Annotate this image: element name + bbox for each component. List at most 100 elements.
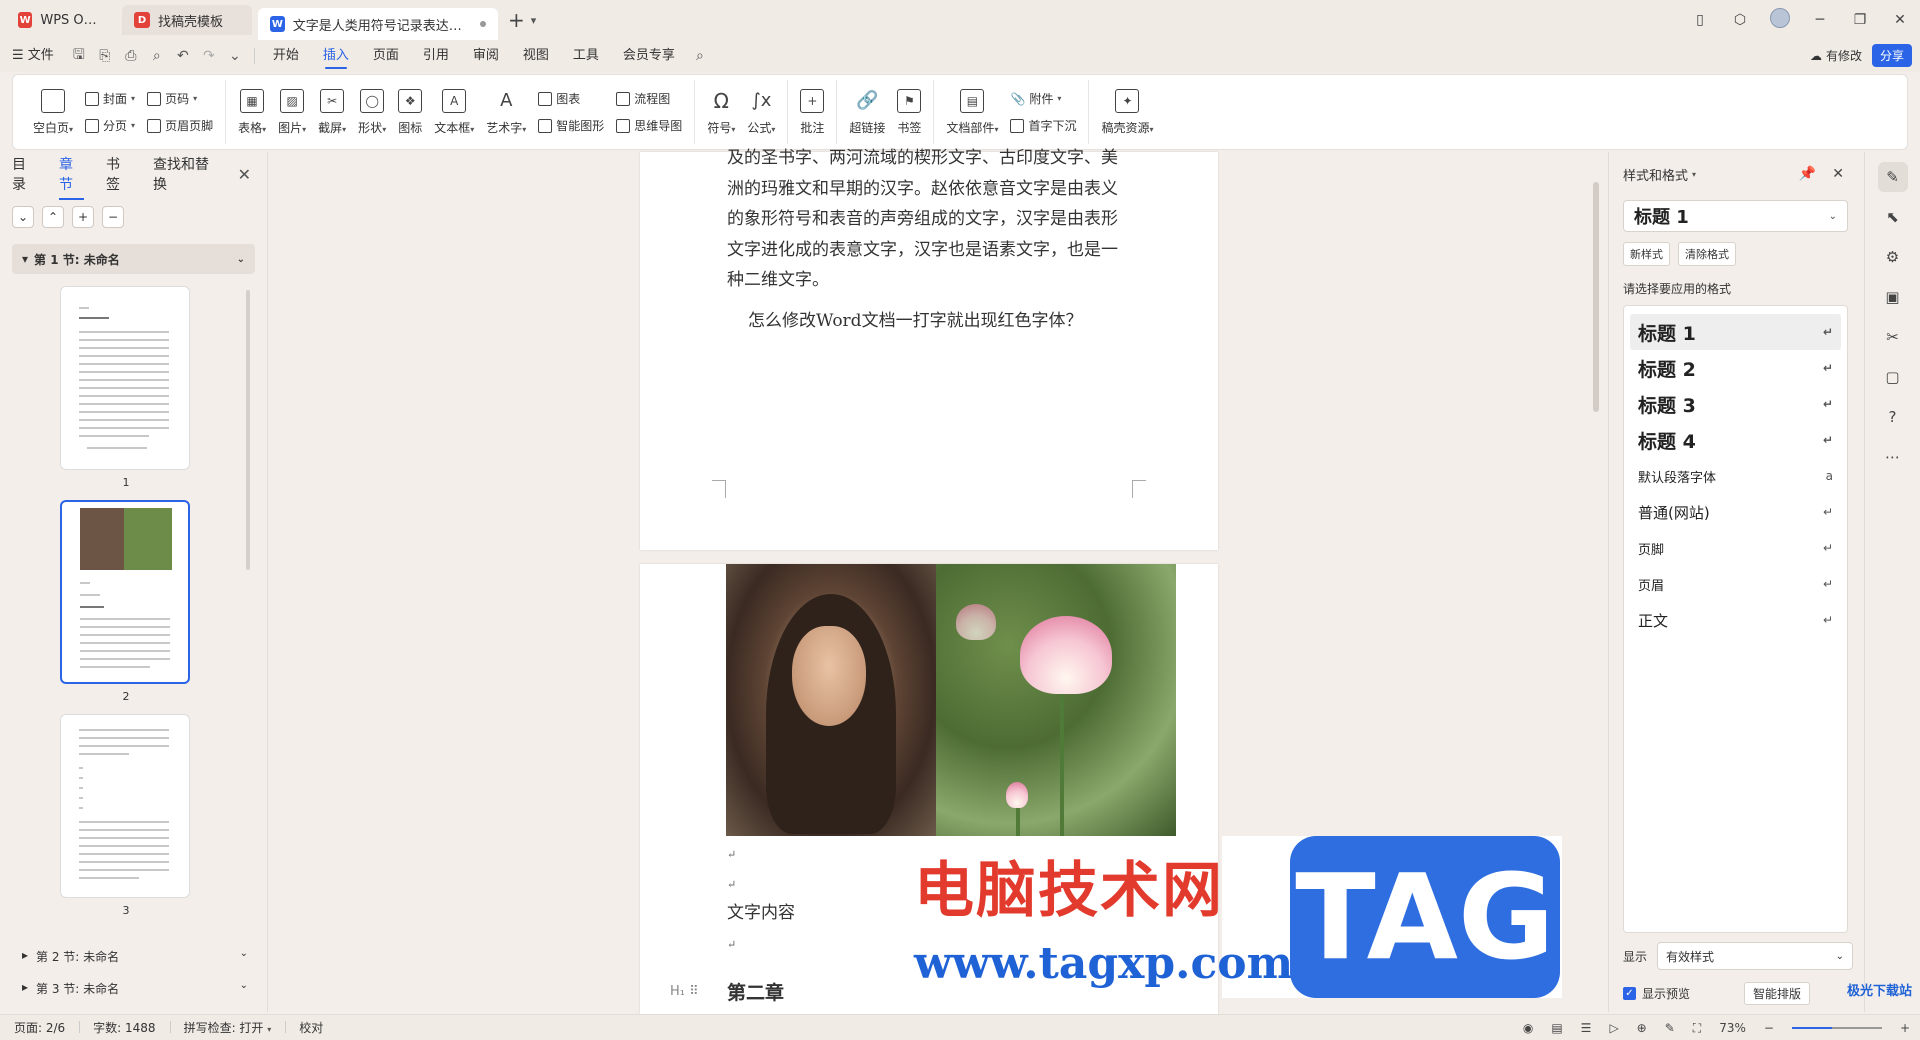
hyperlink-button[interactable]: 🔗 超链接 bbox=[843, 80, 891, 144]
show-preview-checkbox[interactable]: ✓ bbox=[1623, 987, 1636, 1000]
fit-page-icon[interactable]: ⛶ bbox=[1693, 1021, 1701, 1036]
section-1-header[interactable]: ▾ 第 1 节: 未命名 ⌄ bbox=[12, 244, 255, 274]
search-icon[interactable]: ⌕ bbox=[687, 48, 713, 64]
menu-references[interactable]: 引用 bbox=[411, 40, 461, 72]
portrait-photo[interactable] bbox=[726, 564, 936, 836]
proofread-button[interactable]: 校对 bbox=[285, 1019, 337, 1036]
smart-layout-button[interactable]: 智能排版 bbox=[1744, 982, 1811, 1005]
thumbnail-page-2[interactable]: 2 bbox=[60, 500, 192, 703]
section-2-header[interactable]: ▸ 第 2 节: 未命名 ⌄ bbox=[22, 948, 248, 965]
nav-tab-find-replace[interactable]: 查找和替换 bbox=[153, 154, 216, 194]
word-count[interactable]: 字数: 1488 bbox=[79, 1019, 169, 1036]
chart-button[interactable]: 图表 bbox=[538, 90, 604, 107]
pin-icon[interactable]: 📌 bbox=[1799, 166, 1816, 182]
more-icon[interactable]: ⋯ bbox=[1878, 442, 1908, 472]
restore-icon[interactable]: ❐ bbox=[1840, 12, 1880, 28]
question-paragraph[interactable]: 怎么修改Word文档一打字就出现红色字体？ bbox=[748, 306, 1168, 337]
menu-review[interactable]: 审阅 bbox=[461, 40, 511, 72]
style-header[interactable]: 页眉 ↵ bbox=[1630, 566, 1841, 602]
redo-icon[interactable]: ↷ bbox=[196, 48, 222, 64]
shape-button[interactable]: ◯ 形状▾ bbox=[352, 80, 392, 144]
cube-icon[interactable]: ⬡ bbox=[1720, 12, 1760, 28]
file-menu[interactable]: ☰ 文件 bbox=[0, 40, 66, 72]
smartart-button[interactable]: 智能图形 bbox=[538, 117, 604, 134]
style-heading-3[interactable]: 标题 3 ↵ bbox=[1630, 386, 1841, 422]
chevron-down-icon[interactable]: ⌄ bbox=[240, 980, 248, 997]
nav-tab-bookmarks[interactable]: 书签 bbox=[106, 154, 131, 194]
spell-check-toggle[interactable]: 拼写检查: 打开 ▾ bbox=[169, 1019, 286, 1036]
picture-button[interactable]: ▨ 图片▾ bbox=[272, 80, 312, 144]
menu-member[interactable]: 会员专享 bbox=[611, 40, 687, 72]
layout-icon[interactable]: ▯ bbox=[1680, 12, 1720, 28]
icon-button[interactable]: ❖ 图标 bbox=[392, 80, 428, 144]
attachment-button[interactable]: 📎 附件 ▾ bbox=[1010, 90, 1076, 107]
paragraph-body[interactable]: 及的圣书字、两河流域的楔形文字、古印度文字、美 洲的玛雅文和早期的汉字。赵依依意… bbox=[727, 143, 1147, 296]
document-scrollbar[interactable] bbox=[1592, 152, 1600, 1012]
content-label-paragraph[interactable]: 文字内容 bbox=[727, 898, 795, 929]
style-footer[interactable]: 页脚 ↵ bbox=[1630, 530, 1841, 566]
lotus-photo[interactable] bbox=[936, 564, 1176, 836]
help-icon[interactable]: ? bbox=[1878, 402, 1908, 432]
doc-parts-button[interactable]: ▤ 文档部件▾ bbox=[940, 80, 1004, 144]
add-tab-icon[interactable]: + bbox=[508, 8, 525, 32]
save-icon[interactable]: 🖫 bbox=[66, 44, 92, 68]
header-footer-button[interactable]: 页眉页脚 bbox=[147, 117, 213, 134]
current-style-select[interactable]: 标题 1 ⌄ bbox=[1623, 200, 1848, 232]
nav-scrollbar[interactable] bbox=[246, 290, 250, 570]
resources-button[interactable]: ✦ 稿壳资源▾ bbox=[1095, 80, 1159, 144]
menu-home[interactable]: 开始 bbox=[261, 40, 311, 72]
eye-icon[interactable]: ◉ bbox=[1523, 1021, 1533, 1035]
close-icon[interactable]: ✕ bbox=[1880, 12, 1920, 28]
remove-section-icon[interactable]: − bbox=[102, 206, 124, 228]
thumbnail-page-3[interactable]: 3 bbox=[60, 714, 192, 917]
style-default-paragraph-font[interactable]: 默认段落字体 a bbox=[1630, 458, 1841, 494]
wordart-button[interactable]: A 艺术字▾ bbox=[480, 80, 532, 144]
symbol-button[interactable]: Ω 符号▾ bbox=[701, 80, 741, 144]
play-icon[interactable]: ▷ bbox=[1609, 1021, 1618, 1035]
style-heading-1[interactable]: 标题 1 ↵ bbox=[1630, 314, 1841, 350]
textbox-button[interactable]: A 文本框▾ bbox=[428, 80, 480, 144]
adjust-sliders-icon[interactable]: ⚙ bbox=[1878, 242, 1908, 272]
tab-document[interactable]: W 文字是人类用符号记录表达信息以 bbox=[258, 8, 498, 40]
export-icon[interactable]: ⎘ bbox=[92, 48, 118, 64]
blank-page-button[interactable]: 空白页▾ bbox=[27, 80, 79, 144]
chapter-2-heading[interactable]: 第二章 bbox=[727, 978, 784, 1009]
table-button[interactable]: ▦ 表格▾ bbox=[232, 80, 272, 144]
show-filter-select[interactable]: 有效样式 ⌄ bbox=[1657, 942, 1854, 970]
nav-tab-sections[interactable]: 章节 bbox=[59, 154, 85, 200]
zoom-in-icon[interactable]: + bbox=[1900, 1021, 1910, 1035]
unsaved-dot-icon[interactable] bbox=[480, 21, 486, 27]
dropcap-button[interactable]: 首字下沉 bbox=[1010, 117, 1076, 134]
chevron-down-icon[interactable]: ▾ bbox=[1692, 170, 1696, 179]
style-heading-2[interactable]: 标题 2 ↵ bbox=[1630, 350, 1841, 386]
screenshot-button[interactable]: ✂ 截屏▾ bbox=[312, 80, 352, 144]
has-changes-indicator[interactable]: ☁ 有修改 bbox=[1810, 47, 1862, 64]
print-icon[interactable]: ⎙ bbox=[118, 48, 144, 64]
close-icon[interactable]: ✕ bbox=[1832, 166, 1844, 182]
mindmap-button[interactable]: 思维导图 bbox=[616, 117, 682, 134]
book-icon[interactable]: ▢ bbox=[1878, 362, 1908, 392]
section-3-header[interactable]: ▸ 第 3 节: 未命名 ⌄ bbox=[22, 980, 248, 997]
menu-page[interactable]: 页面 bbox=[361, 40, 411, 72]
share-button[interactable]: 分享 bbox=[1871, 44, 1912, 67]
chevron-up-icon[interactable]: ⌃ bbox=[42, 206, 64, 228]
styles-panel-title[interactable]: 样式和格式 bbox=[1623, 165, 1688, 184]
formula-button[interactable]: ∫x 公式▾ bbox=[741, 80, 781, 144]
pen-mode-icon[interactable]: ✎ bbox=[1665, 1021, 1675, 1035]
style-body[interactable]: 正文 ↵ bbox=[1630, 602, 1841, 638]
menu-view[interactable]: 视图 bbox=[511, 40, 561, 72]
tools-icon[interactable]: ✂ bbox=[1878, 322, 1908, 352]
chevron-down-icon[interactable]: ⌄ bbox=[237, 254, 245, 265]
style-normal-web[interactable]: 普通(网站) ↵ bbox=[1630, 494, 1841, 530]
cover-button[interactable]: 封面 ▾ bbox=[85, 90, 135, 107]
new-style-button[interactable]: 新样式 bbox=[1623, 242, 1670, 266]
page-number-button[interactable]: 页码 ▾ bbox=[147, 90, 213, 107]
bookmark-button[interactable]: ⚑ 书签 bbox=[891, 80, 927, 144]
print-preview-icon[interactable]: ⌕ bbox=[144, 48, 170, 64]
web-view-icon[interactable]: ⊕ bbox=[1637, 1021, 1647, 1035]
heading-handle-icon[interactable]: H₁ ⠿ bbox=[670, 984, 699, 999]
page-indicator[interactable]: 页面: 2/6 bbox=[0, 1019, 79, 1036]
chevron-down-icon[interactable]: ⌄ bbox=[12, 206, 34, 228]
thumbnail-page-1[interactable]: 1 bbox=[60, 286, 192, 489]
comment-button[interactable]: + 批注 bbox=[794, 80, 830, 144]
